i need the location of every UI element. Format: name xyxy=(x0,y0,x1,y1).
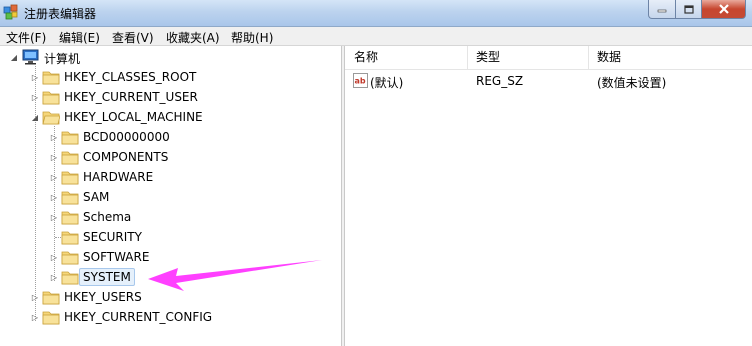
computer-icon xyxy=(22,49,39,65)
tree-item-system[interactable]: ▷ SYSTEM xyxy=(0,267,340,287)
minimize-icon xyxy=(657,9,667,13)
minimize-button[interactable] xyxy=(648,0,676,19)
tree-label: HKEY_CLASSES_ROOT xyxy=(64,70,197,84)
values-list-pane[interactable]: 名称 类型 数据 ab (默认) REG_SZ (数值未设置) xyxy=(345,46,752,346)
tree-label: SAM xyxy=(83,190,110,204)
maximize-button[interactable] xyxy=(676,0,702,19)
regedit-icon xyxy=(3,4,18,20)
tree-pane[interactable]: ◢ 计算机 ▷ HKEY_CLASSES_ROOT ▷ HKEY_CURRENT… xyxy=(0,46,341,346)
tree-item-sam[interactable]: ▷ SAM xyxy=(0,187,340,207)
window-title: 注册表编辑器 xyxy=(24,7,97,21)
folder-icon xyxy=(61,231,79,245)
expand-triangle-icon[interactable]: ▷ xyxy=(50,267,58,287)
folder-icon xyxy=(61,271,79,285)
tree-item-hardware[interactable]: ▷ HARDWARE xyxy=(0,167,340,187)
expand-triangle-icon[interactable]: ▷ xyxy=(50,147,58,167)
tree-label: HKEY_CURRENT_USER xyxy=(64,90,198,104)
list-header: 名称 类型 数据 xyxy=(345,46,752,70)
tree-item-components[interactable]: ▷ COMPONENTS xyxy=(0,147,340,167)
tree-item-software[interactable]: ▷ SOFTWARE xyxy=(0,247,340,267)
menu-file[interactable]: 文件(F) xyxy=(6,29,46,46)
folder-icon xyxy=(61,251,79,265)
tree-item-computer[interactable]: ◢ 计算机 xyxy=(0,47,340,67)
folder-icon xyxy=(61,151,79,165)
column-header-data[interactable]: 数据 xyxy=(588,46,752,69)
column-header-type[interactable]: 类型 xyxy=(467,46,588,69)
folder-icon xyxy=(61,131,79,145)
expand-triangle-icon[interactable]: ▷ xyxy=(50,127,58,147)
expand-triangle-icon[interactable]: ▷ xyxy=(50,207,58,227)
tree-label: Schema xyxy=(83,210,132,224)
value-type: REG_SZ xyxy=(476,74,524,88)
tree-label: HKEY_CURRENT_CONFIG xyxy=(64,310,213,324)
folder-icon xyxy=(42,71,60,85)
tree-label: HARDWARE xyxy=(83,170,154,184)
tree-item-security[interactable]: SECURITY xyxy=(0,227,340,247)
string-value-icon: ab xyxy=(353,73,368,88)
tree-label: BCD00000000 xyxy=(83,130,170,144)
folder-open-icon xyxy=(42,111,60,125)
value-data: (数值未设置) xyxy=(597,76,667,90)
tree-label: SECURITY xyxy=(83,230,142,244)
tree-item-hkey-local-machine[interactable]: ◢ HKEY_LOCAL_MACHINE xyxy=(0,107,340,127)
list-row[interactable]: ab (默认) REG_SZ (数值未设置) xyxy=(345,71,752,91)
close-icon xyxy=(718,4,729,14)
tree-item-schema[interactable]: ▷ Schema xyxy=(0,207,340,227)
value-name: (默认) xyxy=(370,76,404,90)
close-button[interactable] xyxy=(702,0,746,19)
collapse-triangle-icon[interactable]: ◢ xyxy=(10,47,18,67)
expand-triangle-icon[interactable]: ▷ xyxy=(31,67,39,87)
tree-label-selected: SYSTEM xyxy=(79,268,135,286)
tree-label: HKEY_LOCAL_MACHINE xyxy=(64,110,203,124)
expand-triangle-icon[interactable]: ▷ xyxy=(31,307,39,327)
title-bar: 注册表编辑器 xyxy=(0,0,752,27)
folder-icon xyxy=(61,171,79,185)
tree-item-hkey-users[interactable]: ▷ HKEY_USERS xyxy=(0,287,340,307)
tree-item-hkey-current-config[interactable]: ▷ HKEY_CURRENT_CONFIG xyxy=(0,307,340,327)
expand-triangle-icon[interactable]: ▷ xyxy=(31,87,39,107)
menu-bar: 文件(F) 编辑(E) 查看(V) 收藏夹(A) 帮助(H) xyxy=(0,27,752,46)
expand-triangle-icon[interactable]: ▷ xyxy=(50,187,58,207)
expand-triangle-icon[interactable]: ▷ xyxy=(50,247,58,267)
tree-label: 计算机 xyxy=(44,52,81,66)
expand-triangle-icon[interactable]: ▷ xyxy=(50,167,58,187)
menu-help[interactable]: 帮助(H) xyxy=(231,29,273,46)
menu-edit[interactable]: 编辑(E) xyxy=(59,29,100,46)
tree-item-hkey-classes-root[interactable]: ▷ HKEY_CLASSES_ROOT xyxy=(0,67,340,87)
folder-icon xyxy=(42,311,60,325)
menu-view[interactable]: 查看(V) xyxy=(112,29,154,46)
collapse-triangle-icon[interactable]: ◢ xyxy=(31,107,39,127)
maximize-icon xyxy=(683,4,694,14)
tree-label: HKEY_USERS xyxy=(64,290,142,304)
folder-icon xyxy=(42,291,60,305)
menu-favorites[interactable]: 收藏夹(A) xyxy=(166,29,220,46)
column-header-name[interactable]: 名称 xyxy=(345,46,467,69)
tree-label: SOFTWARE xyxy=(83,250,150,264)
tree-item-bcd00000000[interactable]: ▷ BCD00000000 xyxy=(0,127,340,147)
svg-text:ab: ab xyxy=(355,77,366,86)
folder-icon xyxy=(61,191,79,205)
folder-icon xyxy=(61,211,79,225)
expand-triangle-icon[interactable]: ▷ xyxy=(31,287,39,307)
tree-label: COMPONENTS xyxy=(83,150,169,164)
tree-item-hkey-current-user[interactable]: ▷ HKEY_CURRENT_USER xyxy=(0,87,340,107)
folder-icon xyxy=(42,91,60,105)
